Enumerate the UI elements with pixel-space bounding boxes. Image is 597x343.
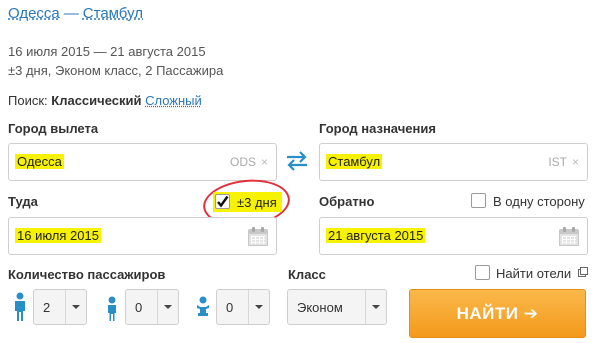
search-mode: Поиск: Классический Сложный (8, 93, 202, 108)
destination-code: IST (548, 155, 567, 169)
return-date-field[interactable]: 21 августа 2015 (319, 217, 588, 255)
adult-icon (12, 292, 28, 322)
summary-details: ±3 дня, Эконом класс, 2 Пассажира (8, 63, 224, 78)
search-summary: 16 июля 2015 — 21 августа 2015 ±3 дня, Э… (8, 42, 223, 80)
one-way-label[interactable]: В одну сторону (493, 194, 585, 209)
one-way-checkbox[interactable] (471, 193, 486, 208)
search-mode-current: Классический (51, 93, 142, 108)
cabin-select[interactable]: Эконом (287, 289, 387, 325)
adults-stepper[interactable]: 2 (33, 289, 87, 325)
find-hotels-label[interactable]: Найти отели (496, 266, 571, 281)
infants-stepper[interactable]: 0 (216, 289, 270, 325)
depart-date-value: 16 июля 2015 (15, 228, 101, 243)
origin-clear-icon[interactable]: × (261, 155, 268, 169)
swap-icon[interactable] (284, 150, 310, 172)
search-mode-label: Поиск: (8, 93, 48, 108)
route-destination-link[interactable]: Стамбул (83, 5, 143, 22)
find-hotels-checkbox[interactable] (475, 265, 490, 280)
destination-value: Стамбул (326, 154, 383, 169)
adults-count: 2 (43, 300, 51, 315)
children-stepper[interactable]: 0 (125, 289, 179, 325)
cabin-label: Класс (288, 267, 326, 282)
destination-clear-icon[interactable]: × (572, 155, 579, 169)
flex-dates-checkbox[interactable] (215, 194, 230, 209)
search-button[interactable]: НАЙТИ ➔ (409, 289, 586, 338)
calendar-icon[interactable] (559, 227, 579, 246)
origin-value: Одесса (15, 154, 64, 169)
depart-label: Туда (8, 194, 38, 209)
return-label: Обратно (319, 194, 375, 209)
search-mode-complex-link[interactable]: Сложный (145, 93, 202, 108)
depart-date-field[interactable]: 16 июля 2015 (8, 217, 277, 255)
origin-field[interactable]: Одесса ODS × (8, 143, 277, 181)
infants-count: 0 (226, 300, 234, 315)
chevron-down-icon[interactable] (372, 305, 380, 309)
return-date-value: 21 августа 2015 (326, 228, 426, 243)
destination-label: Город назначения (319, 121, 436, 136)
destination-field[interactable]: Стамбул IST × (319, 143, 588, 181)
passengers-label: Количество пассажиров (8, 267, 166, 282)
cabin-value: Эконом (297, 300, 343, 315)
chevron-down-icon[interactable] (164, 305, 172, 309)
summary-dates: 16 июля 2015 — 21 августа 2015 (8, 44, 206, 59)
origin-label: Город вылета (8, 121, 99, 136)
chevron-down-icon[interactable] (255, 305, 263, 309)
calendar-icon[interactable] (248, 227, 268, 246)
flex-dates-label[interactable]: ±3 дня (237, 195, 277, 210)
children-count: 0 (135, 300, 143, 315)
infant-icon (195, 296, 211, 326)
checkmark-icon (217, 195, 229, 208)
route-header: Одесса — Стамбул (8, 5, 143, 22)
origin-code: ODS (229, 155, 256, 169)
route-origin-link[interactable]: Одесса (8, 5, 60, 22)
child-icon (104, 296, 120, 326)
external-link-icon[interactable] (578, 264, 588, 277)
chevron-down-icon[interactable] (72, 305, 80, 309)
route-separator: — (63, 5, 79, 22)
